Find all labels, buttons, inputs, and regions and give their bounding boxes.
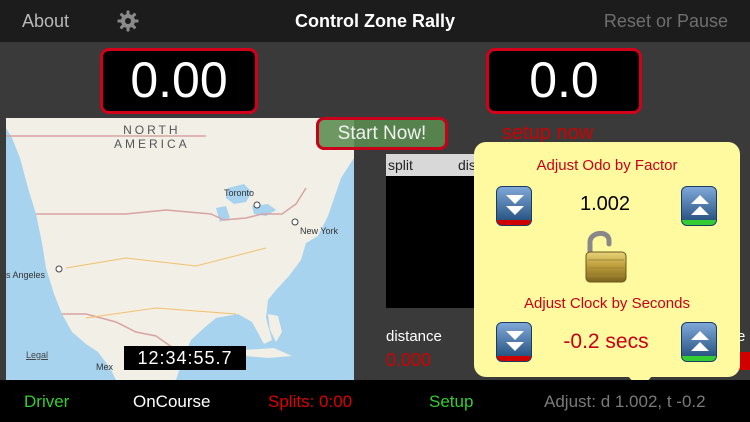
adjust-odo-title: Adjust Odo by Factor — [536, 157, 678, 174]
map-continent-label: NORTH AMERICA — [114, 123, 190, 151]
map-city-los-angeles: s Angeles — [6, 270, 46, 280]
tab-driver[interactable]: Driver — [24, 392, 69, 412]
map-legal-link[interactable]: Legal — [26, 350, 48, 360]
map-city-mexico: Mex — [96, 362, 114, 372]
tab-splits[interactable]: Splits: 0:00 — [268, 392, 352, 412]
map-clock: 12:34:55.7 — [124, 346, 246, 370]
split-table[interactable]: split dis — [386, 154, 486, 308]
distance-readout[interactable]: 0.0 — [486, 48, 642, 114]
distance-value: 0.000 — [386, 350, 432, 370]
odo-decrease-button[interactable] — [496, 186, 532, 226]
about-button[interactable]: About — [22, 11, 69, 32]
map-city-new-york: New York — [300, 226, 339, 236]
tab-bar: Driver OnCourse Splits: 0:00 Setup Adjus… — [0, 380, 750, 422]
odo-increase-button[interactable] — [681, 186, 717, 226]
split-table-header: split dis — [386, 154, 486, 176]
tab-oncourse[interactable]: OnCourse — [133, 392, 210, 412]
clock-decrease-button[interactable] — [496, 322, 532, 362]
reset-pause-button[interactable]: Reset or Pause — [604, 11, 728, 32]
tab-setup[interactable]: Setup — [429, 392, 473, 412]
tab-adjust[interactable]: Adjust: d 1.002, t -0.2 — [544, 392, 706, 412]
map-view[interactable]: NORTH AMERICA Toronto New York s Angeles… — [6, 118, 354, 380]
clock-increase-button[interactable] — [681, 322, 717, 362]
padlock-open-icon[interactable] — [584, 228, 628, 284]
start-now-button[interactable]: Start Now! — [316, 117, 448, 150]
adjust-clock-title: Adjust Clock by Seconds — [524, 295, 690, 312]
gear-icon[interactable] — [117, 10, 139, 32]
distance-label: distance — [386, 328, 442, 345]
odo-factor-value: 1.002 — [579, 193, 631, 215]
map-graphic — [6, 118, 354, 380]
clock-adjust-value: -0.2 secs — [563, 330, 649, 353]
nav-bar: About Control Zone Rally Reset or Pause — [0, 0, 750, 42]
map-city-toronto: Toronto — [224, 188, 255, 198]
time-readout[interactable]: 0.00 — [100, 48, 258, 114]
split-column-header: split — [388, 157, 413, 173]
